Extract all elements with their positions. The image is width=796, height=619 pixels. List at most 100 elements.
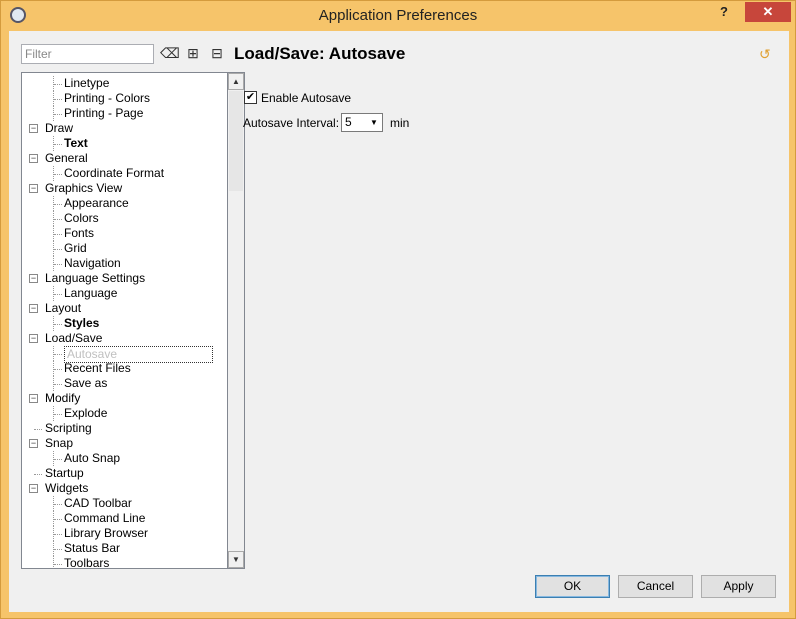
tree-item[interactable]: Autosave [64, 346, 213, 363]
close-button[interactable]: ✕ [745, 2, 791, 22]
scroll-up-icon[interactable]: ▲ [228, 73, 244, 90]
tree-item[interactable]: Save as [64, 376, 107, 391]
tree-item[interactable]: Auto Snap [64, 451, 120, 466]
tree-category[interactable]: Draw [45, 121, 73, 136]
tree-item-label: Language Settings [45, 271, 146, 285]
scroll-down-icon[interactable]: ▼ [228, 551, 244, 568]
tree-item-label: Coordinate Format [64, 166, 165, 180]
tree-item[interactable]: Explode [64, 406, 107, 421]
tree-connector [54, 519, 62, 520]
tree-expander-icon[interactable]: − [29, 124, 38, 133]
reset-icon[interactable]: ↺ [759, 46, 771, 63]
tree-category[interactable]: Language Settings [45, 271, 145, 286]
tree-item-label: Command Line [64, 511, 146, 525]
tree-expander-icon[interactable]: − [29, 274, 38, 283]
tree-category[interactable]: Snap [45, 436, 73, 451]
tree-item-label: Explode [64, 406, 108, 420]
tree-item[interactable]: Appearance [64, 196, 129, 211]
tree-connector [54, 84, 62, 85]
tree-category[interactable]: Widgets [45, 481, 88, 496]
tree-category[interactable]: Scripting [45, 421, 92, 436]
chevron-down-icon[interactable]: ▼ [367, 115, 381, 130]
tree-item-label: Graphics View [45, 181, 123, 195]
preferences-tree[interactable]: Linetype Printing - Colors Printing - Page… [21, 72, 228, 569]
tree-item[interactable]: Text [64, 136, 88, 151]
tree-expander-icon[interactable]: − [29, 484, 38, 493]
tree-item[interactable]: Library Browser [64, 526, 148, 541]
tree-item[interactable]: Toolbars [64, 556, 109, 568]
tree-item[interactable]: Printing - Page [64, 106, 143, 121]
tree-item-label: Draw [45, 121, 74, 135]
tree-category[interactable]: Load/Save [45, 331, 102, 346]
tree-item-label: Layout [45, 301, 82, 315]
tree-category[interactable]: Graphics View [45, 181, 122, 196]
enable-autosave-checkbox[interactable]: ✔ [244, 91, 257, 104]
title-bar: Application Preferences ? ✕ [1, 1, 795, 31]
tree-category[interactable]: Modify [45, 391, 80, 406]
dialog-body: Filter ⌫ ⊞ ⊟ Linetype Printing - Colors Pr… [9, 31, 789, 612]
tree-item-label: Save as [64, 376, 108, 390]
tree-connector [54, 174, 62, 175]
tree-item[interactable]: Recent Files [64, 361, 131, 376]
tree-expander-icon[interactable]: − [29, 184, 38, 193]
tree-item-label: Fonts [64, 226, 95, 240]
tree-item-label: Load/Save [45, 331, 103, 345]
tree-category[interactable]: Startup [45, 466, 84, 481]
tree-item-label: Colors [64, 211, 99, 225]
tree-item-label: Text [64, 136, 88, 150]
cancel-button[interactable]: Cancel [618, 575, 693, 598]
tree-item[interactable]: Command Line [64, 511, 145, 526]
tree-item-label: Auto Snap [64, 451, 121, 465]
tree-connector [54, 354, 62, 355]
tree-expander-icon[interactable]: − [29, 334, 38, 343]
tree-item[interactable]: Navigation [64, 256, 121, 271]
page-title: Load/Save: Autosave [234, 44, 406, 63]
tree-item-label: Recent Files [64, 361, 131, 375]
tree-expander-icon[interactable]: − [29, 394, 38, 403]
tree-scrollbar[interactable]: ▲ ▼ [228, 72, 245, 569]
tree-connector [54, 384, 62, 385]
tree-item-label: Library Browser [64, 526, 149, 540]
tree-connector [54, 564, 62, 565]
tree-item[interactable]: CAD Toolbar [64, 496, 132, 511]
tree-connector [54, 114, 62, 115]
tree-item[interactable]: Language [64, 286, 117, 301]
tree-item-label: Scripting [45, 421, 92, 435]
tree-expander-icon[interactable]: − [29, 154, 38, 163]
scroll-thumb[interactable] [229, 91, 243, 191]
tree-item[interactable]: Printing - Colors [64, 91, 150, 106]
tree-item-label: Appearance [64, 196, 129, 210]
tree-item[interactable]: Coordinate Format [64, 166, 164, 181]
tree-item-label: Navigation [64, 256, 121, 270]
tree-connector [54, 249, 62, 250]
tree-item-label: Language [64, 286, 118, 300]
filter-input[interactable]: Filter [21, 44, 154, 64]
tree-expander-icon[interactable]: − [29, 304, 38, 313]
tree-category[interactable]: General [45, 151, 88, 166]
tree-item[interactable]: Colors [64, 211, 99, 226]
tree-item[interactable]: Grid [64, 241, 87, 256]
tree-item-label: Widgets [45, 481, 89, 495]
expand-all-icon[interactable]: ⊞ [185, 45, 201, 61]
preferences-window: Application Preferences ? ✕ Filter ⌫ ⊞ ⊟… [0, 0, 796, 619]
enable-autosave-label[interactable]: Enable Autosave [261, 91, 351, 105]
tree-item[interactable]: Styles [64, 316, 99, 331]
tree-expander-icon[interactable]: − [29, 439, 38, 448]
tree-connector [54, 369, 62, 370]
tree-connector [54, 504, 62, 505]
ok-button[interactable]: OK [535, 575, 610, 598]
collapse-all-icon[interactable]: ⊟ [209, 45, 225, 61]
tree-connector [34, 474, 42, 475]
tree-item[interactable]: Fonts [64, 226, 94, 241]
tree-item[interactable]: Linetype [64, 76, 109, 91]
apply-button[interactable]: Apply [701, 575, 776, 598]
clear-filter-icon[interactable]: ⌫ [160, 45, 180, 61]
tree-connector [34, 429, 42, 430]
tree-item-label: Modify [45, 391, 81, 405]
window-title: Application Preferences [318, 7, 478, 24]
tree-category[interactable]: Layout [45, 301, 81, 316]
autosave-interval-select[interactable]: 5 ▼ [341, 113, 383, 132]
autosave-interval-value: 5 [345, 115, 352, 129]
tree-item[interactable]: Status Bar [64, 541, 120, 556]
help-button[interactable]: ? [714, 4, 734, 24]
